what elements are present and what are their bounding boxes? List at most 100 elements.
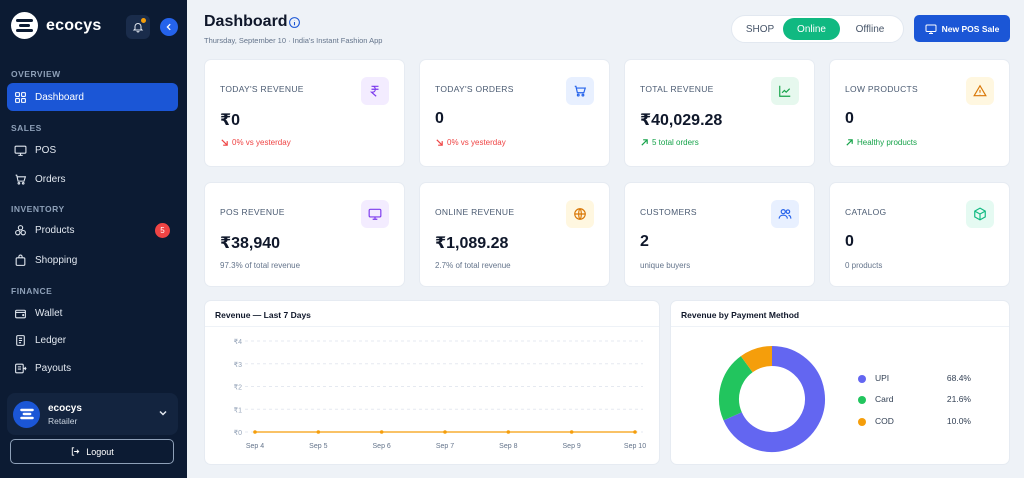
- data-point: [443, 430, 447, 434]
- monitor-icon: [361, 200, 389, 228]
- collapse-sidebar-button[interactable]: [160, 18, 178, 36]
- stat-label: TOTAL REVENUE: [640, 84, 714, 94]
- revenue-chart-panel: Revenue — Last 7 Days ₹0 ₹1 ₹2 ₹3 ₹4 Sep 4 Sep…: [204, 300, 660, 465]
- arrow-up-right-icon: [641, 139, 648, 146]
- brand[interactable]: ecocys: [11, 12, 101, 39]
- user-name: ecocys: [48, 402, 82, 414]
- legend-label: Card: [875, 394, 894, 404]
- user-role: Retailer: [48, 415, 78, 426]
- stat-label: POS REVENUE: [220, 207, 285, 217]
- chevron-left-icon: [166, 23, 171, 31]
- stat-card-pos-revenue: POS REVENUE ₹38,940 97.3% of total reven…: [204, 182, 405, 287]
- avatar: [13, 400, 40, 428]
- sidebar-item-label: Shopping: [35, 254, 78, 266]
- legend-swatch: [858, 418, 866, 426]
- legend-value: 10.0%: [946, 416, 971, 426]
- new-pos-sale-button[interactable]: New POS Sale: [914, 15, 1010, 42]
- globe-icon: [566, 200, 594, 228]
- section-finance: FINANCE: [11, 286, 53, 296]
- trend-chart-icon: [771, 77, 799, 105]
- stat-label: ONLINE REVENUE: [435, 207, 515, 217]
- sidebar-item-label: Orders: [35, 173, 66, 185]
- data-point: [316, 430, 321, 434]
- stat-sub: 0% vs yesterday: [220, 138, 291, 147]
- sidebar-item-dashboard[interactable]: Dashboard: [7, 83, 178, 111]
- sidebar-item-label: Payouts: [35, 362, 72, 374]
- stat-label: TODAY'S REVENUE: [220, 84, 304, 94]
- stat-value: 2: [640, 233, 649, 250]
- stat-sub: 0 products: [845, 261, 883, 270]
- payouts-icon: [15, 363, 27, 373]
- sidebar-item-orders[interactable]: Orders: [7, 165, 178, 193]
- legend-item-card: Card 21.6%: [858, 394, 978, 406]
- channel-switch: SHOP Online Offline: [731, 15, 904, 43]
- y-tick-label: ₹4: [234, 338, 242, 346]
- chevron-down-icon: [159, 410, 167, 416]
- box-icon: [966, 200, 994, 228]
- legend-swatch: [858, 396, 866, 404]
- legend-item-upi: UPI 68.4%: [858, 373, 978, 385]
- notification-dot: [141, 18, 146, 23]
- legend-value: 21.6%: [946, 394, 971, 404]
- stat-sub: 0% vs yesterday: [435, 138, 506, 147]
- products-icon: [15, 224, 26, 235]
- user-menu[interactable]: ecocys Retailer: [7, 393, 178, 435]
- monitor-icon: [14, 145, 27, 156]
- page-subtitle: Thursday, September 10 · India's Instant…: [204, 36, 383, 45]
- stat-card-catalog: CATALOG 0 0 products: [829, 182, 1010, 287]
- section-sales: SALES: [11, 123, 42, 133]
- sidebar-item-label: Wallet: [35, 307, 63, 319]
- logout-icon: [72, 447, 80, 456]
- stat-value: ₹38,940: [220, 235, 281, 252]
- data-point: [506, 430, 511, 434]
- stat-value: ₹40,029.28: [640, 112, 723, 129]
- cart-icon: [566, 77, 594, 105]
- arrow-up-right-icon: [846, 139, 853, 146]
- sidebar-item-wallet[interactable]: Wallet: [7, 299, 178, 327]
- info-icon[interactable]: [288, 16, 301, 29]
- grid-icon: [15, 91, 26, 103]
- stat-value: 0: [845, 233, 854, 250]
- switch-online[interactable]: Online: [783, 18, 840, 40]
- ledger-icon: [16, 334, 25, 346]
- donut-slice-card: [719, 356, 754, 421]
- stat-label: TODAY'S ORDERS: [435, 84, 514, 94]
- stat-value: ₹1,089.28: [435, 235, 509, 252]
- stat-sub: 5 total orders: [640, 138, 699, 147]
- sidebar-item-payouts[interactable]: Payouts: [7, 354, 178, 382]
- rupee-icon: [361, 77, 389, 105]
- legend-label: COD: [875, 416, 894, 426]
- bag-icon: [15, 254, 26, 266]
- stat-label: CATALOG: [845, 207, 887, 217]
- products-count-badge: 5: [155, 223, 170, 238]
- sidebar-item-label: POS: [35, 144, 57, 156]
- monitor-icon: [925, 24, 937, 34]
- sidebar-item-ledger[interactable]: Ledger: [7, 326, 178, 354]
- stat-sub: 97.3% of total revenue: [220, 261, 301, 270]
- switch-offline[interactable]: Offline: [845, 18, 895, 40]
- x-tick-label: Sep 9: [563, 443, 581, 450]
- payment-donut-chart: [719, 346, 825, 452]
- sidebar-item-label: Products: [35, 224, 75, 236]
- data-point: [633, 430, 637, 434]
- legend-item-cod: COD 10.0%: [858, 416, 978, 428]
- notifications-button[interactable]: [126, 15, 150, 39]
- sidebar-item-shopping[interactable]: Shopping: [7, 246, 178, 274]
- sidebar-item-label: Ledger: [35, 334, 67, 346]
- sidebar-item-pos[interactable]: POS: [7, 136, 178, 164]
- data-point: [379, 430, 384, 434]
- sidebar-item-label: Dashboard: [35, 91, 84, 103]
- legend-value: 68.4%: [946, 373, 971, 383]
- section-overview: OVERVIEW: [11, 69, 61, 79]
- legend-swatch: [858, 375, 866, 383]
- stat-label: LOW PRODUCTS: [845, 84, 919, 94]
- logout-button[interactable]: Logout: [10, 439, 174, 464]
- switch-shop-label: SHOP: [745, 23, 775, 35]
- x-tick-label: Sep 8: [499, 443, 517, 450]
- wallet-icon: [15, 309, 26, 318]
- stat-sub: Healthy products: [845, 138, 917, 147]
- sidebar-item-products[interactable]: Products 5: [7, 216, 178, 244]
- users-icon: [771, 200, 799, 228]
- page-title: Dashboard: [204, 13, 288, 30]
- x-tick-label: Sep 6: [373, 443, 391, 450]
